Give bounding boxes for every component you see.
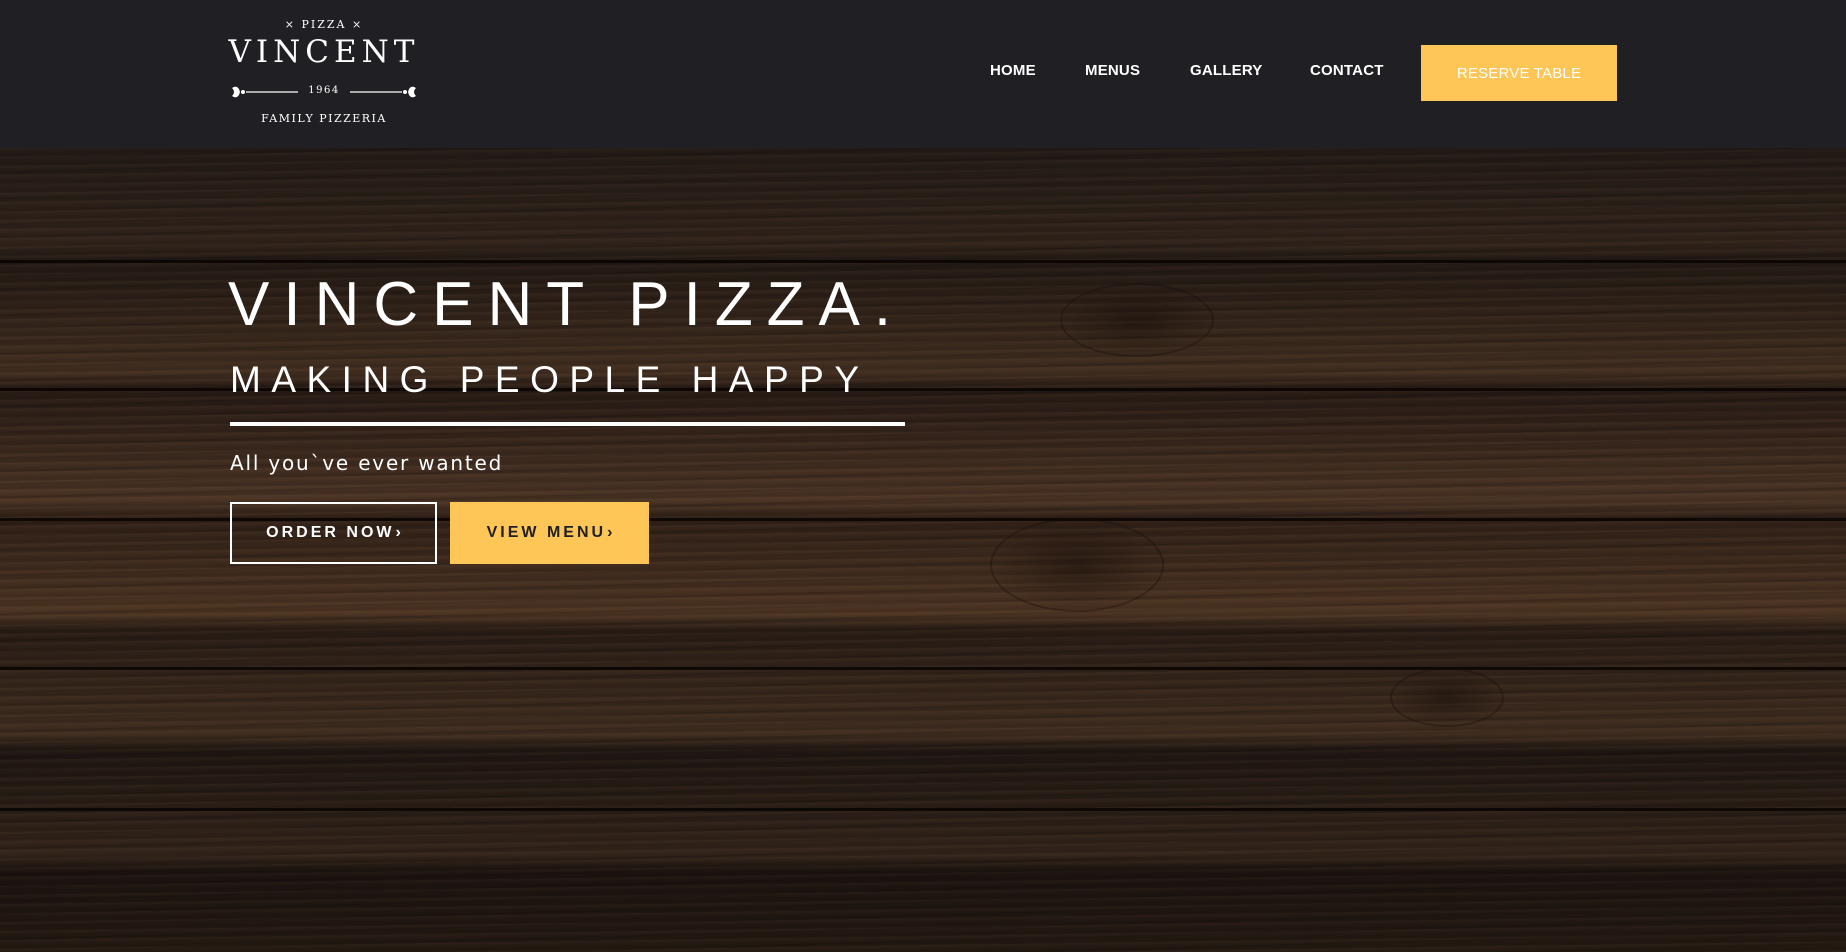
order-now-label: ORDER NOW [266, 524, 395, 541]
nav-link-menus[interactable]: MENUS [1085, 62, 1140, 84]
wood-knot [1060, 283, 1214, 357]
order-now-button[interactable]: ORDER NOW › [230, 502, 437, 564]
plank-gap [0, 260, 1846, 263]
view-menu-button[interactable]: VIEW MENU › [450, 502, 649, 564]
hero-subtitle: MAKING PEOPLE HAPPY [230, 359, 870, 400]
plank-gap [0, 808, 1846, 811]
chevron-right-icon: › [607, 524, 613, 541]
hero-divider [230, 422, 905, 426]
logo-year: 1964 [308, 85, 340, 96]
logo-name: VINCENT [228, 34, 420, 70]
plank-gap [0, 667, 1846, 670]
reserve-table-button[interactable]: RESERVE TABLE [1421, 45, 1617, 101]
site-header: × PIZZA × VINCENT 1964 FAMILY PIZZERIA H… [0, 0, 1846, 148]
hero-tagline: All you`ve ever wanted [230, 451, 504, 475]
brand-logo[interactable]: × PIZZA × VINCENT 1964 FAMILY PIZZERIA [228, 14, 420, 132]
chevron-right-icon: › [395, 524, 401, 541]
wood-knot [1390, 668, 1504, 727]
nav-link-gallery[interactable]: GALLERY [1190, 62, 1263, 84]
nav-link-home[interactable]: HOME [990, 62, 1036, 84]
logo-top-text: × PIZZA × [284, 18, 364, 31]
hero-section: VINCENT PIZZA. MAKING PEOPLE HAPPY All y… [0, 148, 1846, 952]
logo-bottom-text: FAMILY PIZZERIA [261, 112, 387, 125]
wood-knot [990, 518, 1164, 612]
view-menu-label: VIEW MENU [486, 524, 607, 541]
nav-link-contact[interactable]: CONTACT [1310, 62, 1384, 84]
hero-title: VINCENT PIZZA. [228, 270, 906, 339]
